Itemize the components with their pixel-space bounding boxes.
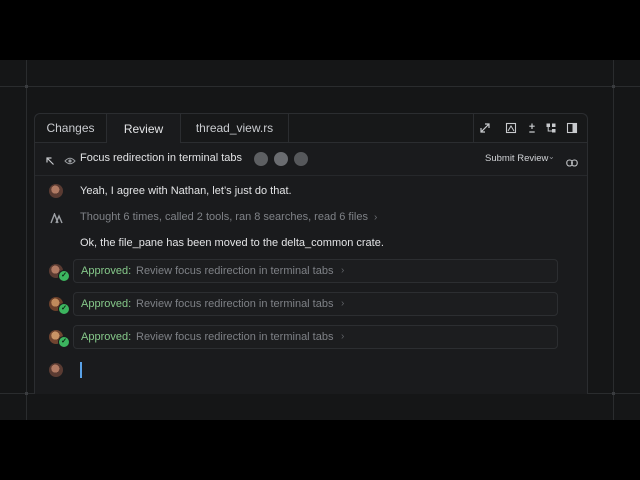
approval-item[interactable]: Approved: Review focus redirection in te…	[73, 292, 558, 316]
tab-label: Review	[123, 121, 164, 136]
grid-line	[26, 60, 27, 420]
avatar[interactable]	[273, 151, 289, 167]
grid-line	[0, 86, 640, 87]
avatar[interactable]	[293, 151, 309, 167]
approval-text: Review focus redirection in terminal tab…	[136, 298, 334, 310]
avatar[interactable]	[253, 151, 269, 167]
arrow-up-left-icon[interactable]	[45, 153, 55, 171]
sidebar-icon[interactable]	[566, 122, 578, 134]
submit-review-button[interactable]: Submit Review	[485, 153, 548, 164]
tab-changes[interactable]: Changes	[35, 114, 107, 142]
approval-text: Review focus redirection in terminal tab…	[136, 265, 334, 277]
link-icon[interactable]	[566, 154, 578, 172]
tab-label: thread_view.rs	[195, 121, 274, 135]
branch-icon[interactable]	[545, 122, 557, 134]
grid-corner	[25, 85, 28, 88]
tab-bar: Changes Review thread_view.rs	[35, 114, 587, 143]
text-cursor	[80, 362, 82, 378]
image-icon[interactable]	[505, 122, 517, 134]
tab-thread-view[interactable]: thread_view.rs	[181, 114, 289, 142]
review-title: Focus redirection in terminal tabs	[80, 152, 243, 164]
chevron-right-icon: ›	[341, 298, 345, 309]
approval-status: Approved:	[81, 265, 132, 277]
eye-icon[interactable]	[64, 153, 76, 171]
review-panel: Changes Review thread_view.rs Focus redi…	[34, 113, 588, 394]
grid-corner	[25, 392, 28, 395]
expand-icon[interactable]	[479, 122, 491, 134]
thought-summary[interactable]: Thought 6 times, called 2 tools, ran 8 s…	[80, 211, 377, 223]
approval-item[interactable]: Approved: Review focus redirection in te…	[73, 259, 558, 283]
chevron-right-icon: ›	[374, 212, 378, 223]
message-input[interactable]	[78, 360, 548, 382]
grid-corner	[612, 392, 615, 395]
approval-text: Review focus redirection in terminal tab…	[136, 331, 334, 343]
plus-minus-icon[interactable]	[526, 122, 538, 134]
tab-label: Changes	[46, 121, 95, 135]
grid-corner	[612, 85, 615, 88]
thought-summary-text: Thought 6 times, called 2 tools, ran 8 s…	[80, 211, 368, 223]
grid-line	[613, 60, 614, 420]
chevron-down-icon[interactable]: ⌄	[548, 152, 555, 161]
chevron-right-icon: ›	[341, 265, 345, 276]
approval-item[interactable]: Approved: Review focus redirection in te…	[73, 325, 558, 349]
tab-review[interactable]: Review	[107, 114, 181, 143]
tab-toolbar	[473, 114, 587, 142]
chevron-right-icon: ›	[341, 331, 345, 342]
approval-status: Approved:	[81, 298, 132, 310]
approval-status: Approved:	[81, 331, 132, 343]
review-header: Focus redirection in terminal tabs Submi…	[35, 143, 587, 176]
